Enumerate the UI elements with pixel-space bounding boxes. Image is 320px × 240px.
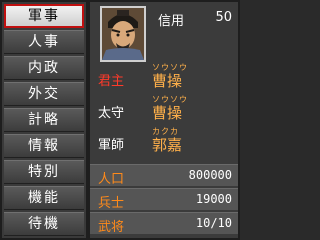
stat-row-generals: 武将 10/10: [90, 212, 238, 235]
menu-item-diplomacy[interactable]: 外交: [4, 82, 84, 106]
command-menu: 軍事 人事 内政 外交 計略 情報 特別 機能 待機: [2, 2, 86, 238]
city-info-panel: 信用 50 君主 ソウソウ 曹操 太守 ソウソウ 曹操 軍師 カクカ 郭嘉 人口…: [90, 2, 238, 238]
credit-value: 50: [215, 10, 232, 25]
strategist-label: 軍師: [98, 138, 125, 153]
menu-item-strategy[interactable]: 計略: [4, 108, 84, 132]
general-portrait: [100, 6, 146, 62]
strategist-name: 郭嘉: [152, 136, 183, 154]
stat-row-population: 人口 800000: [90, 164, 238, 187]
lord-name: 曹操: [152, 72, 183, 90]
portrait-icon: [102, 8, 144, 60]
menu-item-special[interactable]: 特別: [4, 160, 84, 184]
population-value: 800000: [188, 168, 232, 182]
menu-item-personnel[interactable]: 人事: [4, 30, 84, 54]
menu-item-domestic[interactable]: 内政: [4, 56, 84, 80]
command-screen: 軍事 人事 内政 外交 計略 情報 特別 機能 待機 信用 50 君主 ソウソウ…: [0, 0, 240, 240]
governor-label: 太守: [98, 106, 125, 121]
generals-label: 武将: [98, 220, 125, 235]
lord-label: 君主: [98, 74, 125, 89]
menu-item-intel[interactable]: 情報: [4, 134, 84, 158]
soldiers-label: 兵士: [98, 196, 125, 211]
menu-item-functions[interactable]: 機能: [4, 186, 84, 210]
generals-value: 10/10: [195, 216, 232, 230]
menu-item-wait[interactable]: 待機: [4, 212, 84, 236]
population-label: 人口: [98, 172, 125, 187]
governor-name: 曹操: [152, 104, 183, 122]
menu-item-military[interactable]: 軍事: [4, 4, 84, 28]
soldiers-value: 19000: [195, 192, 232, 206]
credit-label: 信用: [158, 14, 185, 29]
stat-row-soldiers: 兵士 19000: [90, 188, 238, 211]
